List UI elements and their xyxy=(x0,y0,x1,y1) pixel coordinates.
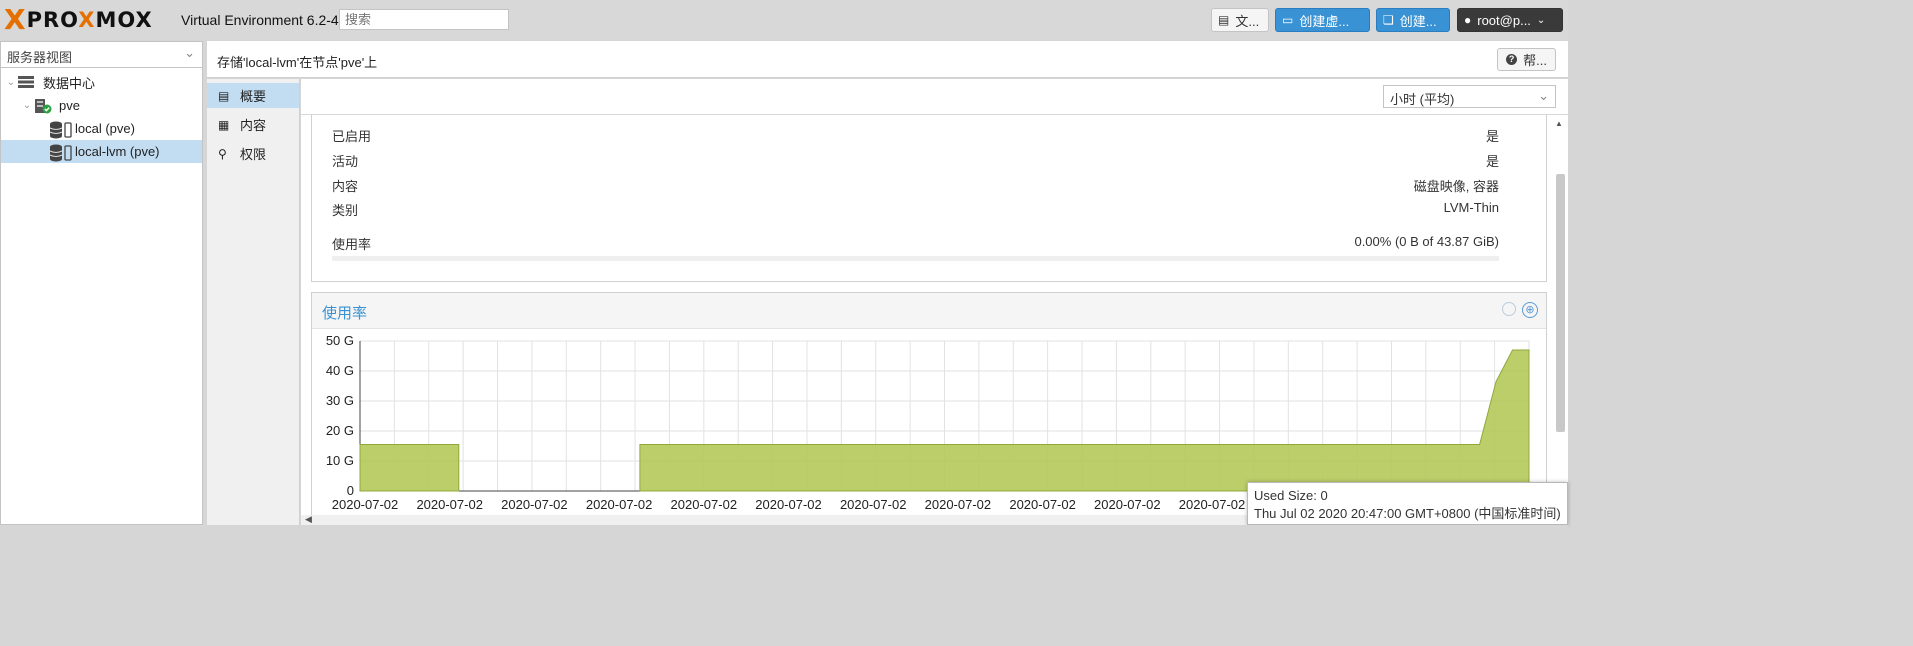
version-label: Virtual Environment 6.2-4 xyxy=(181,12,339,28)
logo-x-icon: X xyxy=(4,3,26,36)
tab-permissions[interactable]: ⚲ 权限 xyxy=(207,141,299,166)
proxmox-logo: X PROXMOX xyxy=(4,6,153,34)
user-icon: ● xyxy=(1464,13,1472,27)
create-ct-button[interactable]: ❏ 创建... xyxy=(1376,8,1450,32)
resource-tree: ⌄ 数据中心 ⌄ pve local (pve) local-lvm (pve) xyxy=(1,68,202,163)
chevron-down-icon: ⌄ xyxy=(1536,14,1546,26)
tree-node-pve[interactable]: ⌄ pve xyxy=(1,94,202,117)
create-vm-button[interactable]: ▭ 创建虚... xyxy=(1275,8,1370,32)
usage-area xyxy=(359,444,460,492)
chart-tooltip: Used Size: 0 Thu Jul 02 2020 20:47:00 GM… xyxy=(1247,482,1568,525)
tree-node-storage-local[interactable]: local (pve) xyxy=(1,117,202,140)
tree-node-datacenter[interactable]: ⌄ 数据中心 xyxy=(1,71,202,94)
tab-content[interactable]: ▦ 内容 xyxy=(207,112,299,137)
chart-title: 使用率 xyxy=(322,305,368,322)
x-tick-label: 2020-07-02 xyxy=(416,497,483,512)
search-input[interactable] xyxy=(339,9,509,30)
summary-toolbar: 小时 (平均) ⌄ xyxy=(301,79,1568,115)
y-tick-label: 40 G xyxy=(326,363,354,378)
x-tick-label: 2020-07-02 xyxy=(840,497,907,512)
x-tick-label: 2020-07-02 xyxy=(925,497,992,512)
unlock-icon: ⚲ xyxy=(218,146,227,161)
grid-icon: ▦ xyxy=(218,117,230,132)
cube-icon: ❏ xyxy=(1383,13,1394,27)
status-row-content: 内容 磁盘映像, 容器 xyxy=(332,179,1499,194)
y-tick-label: 20 G xyxy=(326,423,354,438)
status-row-usage: 使用率 0.00% (0 B of 43.87 GiB) xyxy=(332,234,1499,252)
x-tick-label: 2020-07-02 xyxy=(586,497,653,512)
y-tick-label: 50 G xyxy=(326,333,354,348)
content-header: 存储'local-lvm'在节点'pve'上 ? 帮... xyxy=(207,41,1568,78)
y-tick-label: 0 xyxy=(347,483,354,498)
x-tick-label: 2020-07-02 xyxy=(501,497,568,512)
x-tick-label: 2020-07-02 xyxy=(1179,497,1246,512)
node-online-icon xyxy=(33,98,55,114)
book-icon: ▤ xyxy=(218,88,230,103)
top-bar: X PROXMOX Virtual Environment 6.2-4 ▤ 文.… xyxy=(0,0,1568,40)
logo-wordmark: PROXMOX xyxy=(26,8,153,32)
user-menu-button[interactable]: ● root@p... ⌄ xyxy=(1457,8,1563,32)
resource-tree-panel: 服务器视图 ⌄ ⌄ 数据中心 ⌄ pve local (pve) local-l… xyxy=(0,41,203,525)
monitor-icon: ▭ xyxy=(1282,13,1294,27)
scrollbar-thumb[interactable] xyxy=(1556,174,1565,432)
help-button[interactable]: ? 帮... xyxy=(1497,48,1556,71)
tooltip-timestamp: Thu Jul 02 2020 20:47:00 GMT+0800 (中国标准时… xyxy=(1254,506,1561,521)
storage-icon xyxy=(49,144,72,161)
documentation-button[interactable]: ▤ 文... xyxy=(1211,8,1269,32)
usage-progress-bar xyxy=(332,256,1499,261)
tab-summary[interactable]: ▤ 概要 xyxy=(207,83,299,108)
status-row-type: 类别 LVM-Thin xyxy=(332,200,1499,218)
view-selector[interactable]: 服务器视图 ⌄ xyxy=(1,42,202,68)
scroll-left-arrow-icon[interactable]: ◀ xyxy=(305,514,312,525)
y-tick-label: 10 G xyxy=(326,453,354,468)
collapse-arrow-icon[interactable]: ⌄ xyxy=(21,100,33,111)
bottom-edge xyxy=(0,525,1568,529)
tree-node-storage-local-lvm[interactable]: local-lvm (pve) xyxy=(1,140,202,163)
chevron-down-icon: ⌄ xyxy=(184,45,195,60)
x-tick-label: 2020-07-02 xyxy=(671,497,738,512)
book-icon: ▤ xyxy=(1218,13,1230,27)
summary-scroll-area[interactable]: 已启用 是 活动 是 内容 磁盘映像, 容器 类别 LVM-Thin 使用率 0… xyxy=(301,115,1568,517)
x-tick-label: 2020-07-02 xyxy=(332,497,399,512)
x-tick-label: 2020-07-02 xyxy=(1094,497,1161,512)
status-row-active: 活动 是 xyxy=(332,154,1499,169)
summary-content: 小时 (平均) ⌄ 已启用 是 活动 是 内容 磁盘映像, 容器 类别 LVM-… xyxy=(301,79,1568,525)
chart-header: 使用率 ⊕ xyxy=(312,293,1546,329)
timeframe-select[interactable]: 小时 (平均) ⌄ xyxy=(1383,85,1556,108)
page-title: 存储'local-lvm'在节点'pve'上 xyxy=(217,55,378,70)
status-row-enabled: 已启用 是 xyxy=(332,129,1499,144)
crosshair-icon[interactable]: ⊕ xyxy=(1522,302,1538,318)
x-tick-label: 2020-07-02 xyxy=(755,497,822,512)
zoom-reset-icon[interactable] xyxy=(1502,302,1516,316)
collapse-arrow-icon[interactable]: ⌄ xyxy=(5,77,17,88)
help-icon: ? xyxy=(1506,54,1518,65)
vertical-scrollbar[interactable]: ▲ xyxy=(1554,119,1565,521)
scroll-up-arrow-icon[interactable]: ▲ xyxy=(1555,119,1563,128)
x-tick-label: 2020-07-02 xyxy=(1009,497,1076,512)
storage-icon xyxy=(49,121,72,138)
chevron-down-icon: ⌄ xyxy=(1538,88,1549,103)
y-tick-label: 30 G xyxy=(326,393,354,408)
tooltip-used-size: Used Size: 0 xyxy=(1254,488,1328,503)
server-rack-icon xyxy=(17,75,39,91)
storage-subnav: ▤ 概要 ▦ 内容 ⚲ 权限 xyxy=(207,79,300,525)
